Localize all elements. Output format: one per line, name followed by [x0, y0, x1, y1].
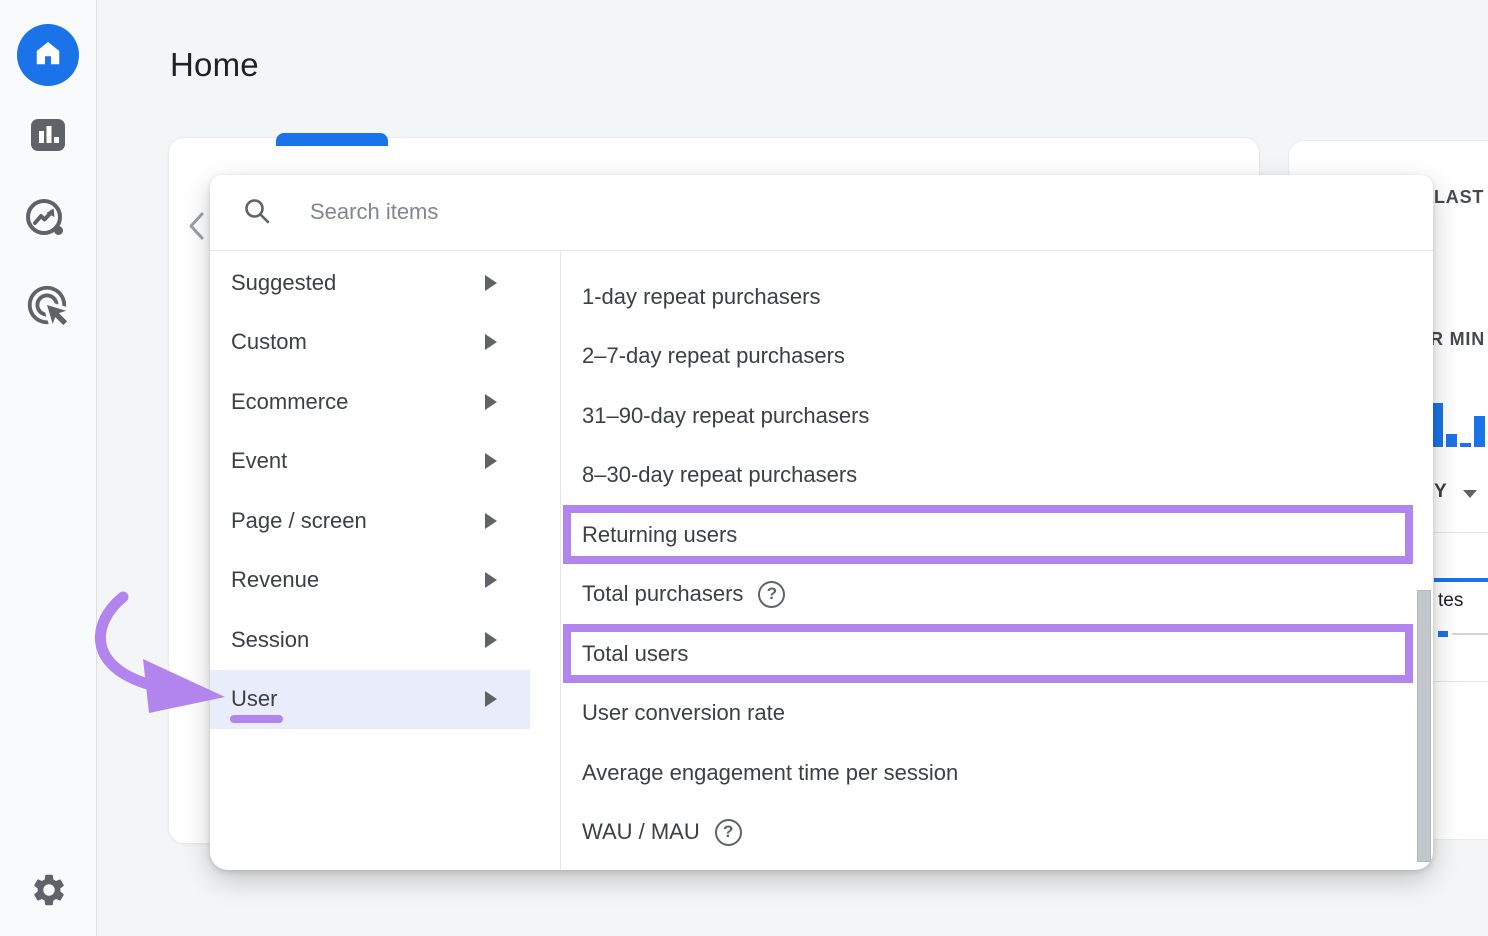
metric-row[interactable]: 31–90-day repeat purchasers [560, 386, 1433, 446]
submenu-arrow-icon [485, 572, 497, 588]
realtime-header-fragment: LAST [1434, 187, 1484, 208]
settings-gear-icon [30, 871, 68, 914]
left-nav [0, 0, 97, 936]
submenu-arrow-icon [485, 453, 497, 469]
chevron-left-icon[interactable] [186, 210, 208, 247]
metric-list: 1-day repeat purchasers 2–7-day repeat p… [560, 250, 1433, 862]
nav-reports-button[interactable] [30, 119, 66, 155]
metric-row[interactable]: Average engagement time per session [560, 743, 1433, 803]
minute-bar [1446, 434, 1457, 447]
category-row[interactable]: User [210, 670, 530, 730]
category-label: Session [231, 627, 309, 653]
metric-row[interactable]: 2–7-day repeat purchasers [560, 327, 1433, 387]
nav-home-button[interactable] [17, 24, 79, 86]
metric-row[interactable]: Total purchasers ? [560, 565, 1433, 625]
mini-bar-segment [1438, 631, 1448, 637]
category-row[interactable]: Page / screen [210, 491, 530, 551]
active-tab-indicator [276, 133, 388, 146]
divider [1434, 681, 1488, 682]
mini-bar-track [1452, 633, 1488, 635]
metric-row[interactable]: Returning users [560, 505, 1433, 565]
selected-underline [230, 715, 283, 723]
category-list: Suggested Custom Ecommerce Event Page / … [210, 250, 560, 729]
help-question-icon[interactable]: ? [715, 819, 742, 846]
category-row[interactable]: Event [210, 432, 530, 492]
metric-label: 1-day repeat purchasers [582, 284, 820, 310]
metric-label: Returning users [582, 522, 737, 548]
nav-explore-button[interactable] [23, 200, 70, 240]
metric-row[interactable]: 1-day repeat purchasers [560, 267, 1433, 327]
submenu-arrow-icon [485, 275, 497, 291]
category-row[interactable]: Suggested [210, 253, 530, 313]
category-label: Suggested [231, 270, 336, 296]
submenu-arrow-icon [485, 691, 497, 707]
advertising-icon [24, 282, 70, 333]
category-label: Event [231, 448, 287, 474]
category-label: Page / screen [231, 508, 367, 534]
realtime-dimension-dropdown[interactable]: Y [1434, 481, 1477, 503]
realtime-tab-underline [1434, 578, 1488, 582]
metric-label: Total purchasers [582, 581, 743, 607]
metric-label: Total users [582, 641, 688, 667]
help-question-icon[interactable]: ? [758, 581, 785, 608]
realtime-tab-fragment[interactable]: tes [1438, 590, 1463, 612]
category-label: Custom [231, 329, 307, 355]
reports-icon [30, 118, 66, 157]
picker-search-row [210, 175, 1433, 250]
category-row[interactable]: Custom [210, 313, 530, 373]
category-row[interactable]: Session [210, 610, 530, 670]
explore-icon [23, 198, 70, 243]
category-label: User [231, 686, 277, 712]
metric-row[interactable]: User conversion rate [560, 684, 1433, 744]
submenu-arrow-icon [485, 334, 497, 350]
category-label: Ecommerce [231, 389, 348, 415]
minute-bar [1474, 416, 1485, 447]
category-row[interactable]: Ecommerce [210, 372, 530, 432]
metric-picker-dropdown: Suggested Custom Ecommerce Event Page / … [210, 175, 1433, 870]
divider [1434, 532, 1488, 533]
metric-row[interactable]: 8–30-day repeat purchasers [560, 446, 1433, 506]
metric-label: WAU / MAU [582, 819, 700, 845]
search-icon [243, 197, 271, 230]
scrollbar-thumb[interactable] [1417, 590, 1431, 862]
metric-label: Average engagement time per session [582, 760, 958, 786]
category-row[interactable]: Revenue [210, 551, 530, 611]
page-title: Home [170, 46, 259, 84]
nav-advertising-button[interactable] [24, 284, 70, 330]
nav-settings-button[interactable] [30, 872, 68, 912]
category-label: Revenue [231, 567, 319, 593]
dropdown-label-fragment: Y [1434, 481, 1447, 503]
metric-row[interactable]: WAU / MAU ? [560, 803, 1433, 863]
metric-label: 2–7-day repeat purchasers [582, 343, 845, 369]
chevron-down-icon [1463, 490, 1477, 498]
minute-bar [1432, 403, 1443, 447]
submenu-arrow-icon [485, 632, 497, 648]
search-input[interactable] [310, 189, 1210, 235]
minute-bars [1432, 403, 1488, 447]
metric-row[interactable]: Total users [560, 624, 1433, 684]
submenu-arrow-icon [485, 394, 497, 410]
realtime-subheader-fragment: R MIN [1430, 329, 1485, 350]
home-icon [33, 38, 63, 73]
minute-bar [1460, 443, 1471, 447]
metric-label: 8–30-day repeat purchasers [582, 462, 857, 488]
submenu-arrow-icon [485, 513, 497, 529]
metric-label: User conversion rate [582, 700, 785, 726]
metric-label: 31–90-day repeat purchasers [582, 403, 869, 429]
